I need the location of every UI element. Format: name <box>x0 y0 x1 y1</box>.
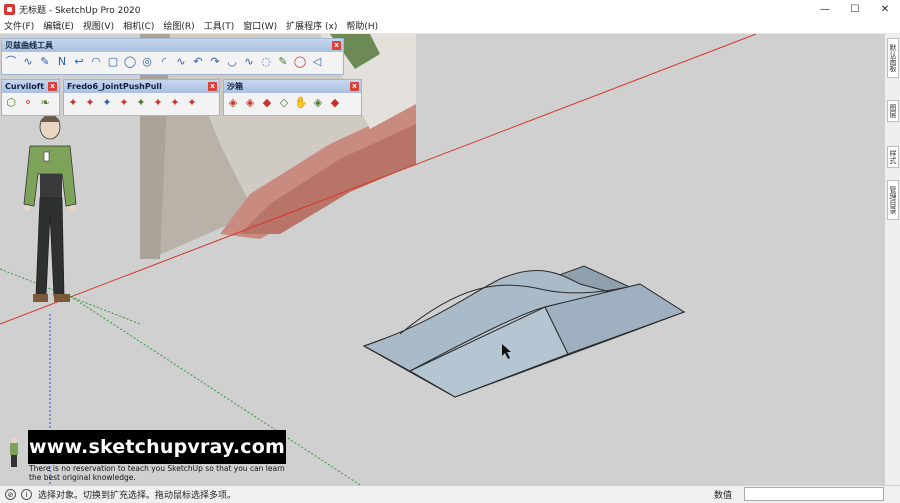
toolbar-header: Curviloft x <box>2 80 59 93</box>
menu-edit[interactable]: 编辑(E) <box>43 19 74 32</box>
toolbar-close-button[interactable]: x <box>48 82 57 91</box>
corner-arc-tool-icon[interactable]: ◜ <box>157 55 171 69</box>
polyline-curve-tool-icon[interactable]: ∿ <box>21 55 35 69</box>
tray-tab-default[interactable]: 默认面板 <box>887 38 899 78</box>
freehand-curve-tool-icon[interactable]: ✎ <box>38 55 52 69</box>
toolbar-title: Curviloft <box>5 82 45 91</box>
watermark-line-2: the best original knowledge. <box>29 473 136 482</box>
toolbar-title: 贝兹曲线工具 <box>5 41 53 50</box>
sandbox-toolbar: 沙箱 x ◈ ◈ ◆ ◇ ✋ ◈ ◆ <box>223 79 362 116</box>
redo-pushpull-icon[interactable]: ✦ <box>168 96 182 110</box>
watermark-caption: There is no reservation to teach you Ske… <box>29 464 329 482</box>
polygon-curve-tool-icon[interactable]: ◌ <box>259 55 273 69</box>
toolbar-close-button[interactable]: x <box>332 41 341 50</box>
arc-tool-icon[interactable]: ◠ <box>89 55 103 69</box>
circle-tool-icon[interactable]: ◯ <box>123 55 137 69</box>
tray-tab-layers[interactable]: 图层 <box>887 100 899 122</box>
lofted-surface[interactable] <box>362 265 686 398</box>
loft-along-path-icon[interactable]: ⚬ <box>21 96 35 110</box>
loft-by-spline-icon[interactable]: ⬡ <box>4 96 18 110</box>
extrude-pushpull-icon[interactable]: ✦ <box>117 96 131 110</box>
from-contours-icon[interactable]: ◈ <box>226 96 240 110</box>
smooth-curve-tool-icon[interactable]: ∿ <box>242 55 256 69</box>
window-title: 无标题 - SketchUp Pro 2020 <box>19 5 141 16</box>
minimize-button[interactable]: — <box>810 0 840 18</box>
pushpull-settings-icon[interactable]: ✦ <box>185 96 199 110</box>
wave-curve-tool-icon[interactable]: ∿ <box>174 55 188 69</box>
measurements-label: 数值 <box>714 491 733 501</box>
bezier-tool-icon[interactable]: ⌒ <box>4 55 18 69</box>
bezier-toolbar: 贝兹曲线工具 x ⌒ ∿ ✎ Ν ↩ ◠ ▢ ◯ ◎ ◜ ∿ ↶ ↷ ◡ ∿ ◌… <box>1 38 344 75</box>
tray-tab-styles[interactable]: 样式 <box>887 146 899 168</box>
toolbar-tools: ◈ ◈ ◆ ◇ ✋ ◈ ◆ <box>224 93 361 113</box>
toolbar-header: 沙箱 x <box>224 80 361 93</box>
smoove-icon[interactable]: ◆ <box>260 96 274 110</box>
toolbar-header: 贝兹曲线工具 x <box>2 39 343 52</box>
tray-tab-outliner[interactable]: 管理目录 <box>887 180 899 220</box>
maximize-button[interactable]: ☐ <box>840 0 870 18</box>
scale-figure <box>23 114 77 302</box>
menu-view[interactable]: 视图(V) <box>83 19 114 32</box>
menu-file[interactable]: 文件(F) <box>4 19 34 32</box>
spline-tool-icon[interactable]: Ν <box>55 55 69 69</box>
undo-curve-tool-icon[interactable]: ↶ <box>191 55 205 69</box>
arc-curve-tool-icon[interactable]: ↩ <box>72 55 86 69</box>
redo-curve-tool-icon[interactable]: ↷ <box>208 55 222 69</box>
measurements-input[interactable] <box>744 487 884 501</box>
info-icon[interactable]: i <box>21 489 32 500</box>
menu-draw[interactable]: 绘图(R) <box>163 19 194 32</box>
circle-red-tool-icon[interactable]: ◯ <box>293 55 307 69</box>
status-message: 选择对象。切换到扩充选择。拖动鼠标选择多项。 <box>38 491 237 501</box>
drape-icon[interactable]: ✋ <box>294 96 308 110</box>
stamp-icon[interactable]: ◇ <box>277 96 291 110</box>
default-tray: 默认面板 图层 样式 管理目录 <box>884 34 900 485</box>
status-bar: ⊘ i 选择对象。切换到扩充选择。拖动鼠标选择多项。 数值 <box>0 485 900 503</box>
window-controls: — ☐ ✕ <box>810 0 900 18</box>
small-figure <box>10 437 18 467</box>
from-scratch-icon[interactable]: ◈ <box>243 96 257 110</box>
sketchup-logo-icon <box>4 3 15 15</box>
triangle-tool-icon[interactable]: ◁ <box>310 55 324 69</box>
watermark-line-1: There is no reservation to teach you Ske… <box>29 464 285 473</box>
curviloft-toolbar: Curviloft x ⬡ ⚬ ❧ <box>1 79 60 116</box>
toolbar-title: 沙箱 <box>227 82 243 91</box>
rectangle-tool-icon[interactable]: ▢ <box>106 55 120 69</box>
menu-window[interactable]: 窗口(W) <box>243 19 277 32</box>
flip-edge-icon[interactable]: ◆ <box>328 96 342 110</box>
normal-pushpull-icon[interactable]: ✦ <box>100 96 114 110</box>
toolbar-tools: ✦ ✦ ✦ ✦ ✦ ✦ ✦ ✦ <box>64 93 219 113</box>
menu-extensions[interactable]: 扩展程序 (x) <box>286 19 337 32</box>
jointpushpull-toolbar: Fredo6_JointPushPull x ✦ ✦ ✦ ✦ ✦ ✦ ✦ ✦ <box>63 79 220 116</box>
joint-pushpull-icon[interactable]: ✦ <box>66 96 80 110</box>
skinning-icon[interactable]: ❧ <box>38 96 52 110</box>
geo-location-icon[interactable]: ⊘ <box>5 489 16 500</box>
undo-pushpull-icon[interactable]: ✦ <box>151 96 165 110</box>
menu-camera[interactable]: 相机(C) <box>123 19 154 32</box>
toolbar-close-button[interactable]: x <box>350 82 359 91</box>
bowl-curve-tool-icon[interactable]: ◡ <box>225 55 239 69</box>
edit-curve-tool-icon[interactable]: ✎ <box>276 55 290 69</box>
toolbar-header: Fredo6_JointPushPull x <box>64 80 219 93</box>
title-bar: 无标题 - SketchUp Pro 2020 — ☐ ✕ <box>0 0 900 18</box>
close-button[interactable]: ✕ <box>870 0 900 18</box>
toolbar-tools: ⌒ ∿ ✎ Ν ↩ ◠ ▢ ◯ ◎ ◜ ∿ ↶ ↷ ◡ ∿ ◌ ✎ ◯ ◁ <box>2 52 343 72</box>
toolbar-close-button[interactable]: x <box>208 82 217 91</box>
toolbar-tools: ⬡ ⚬ ❧ <box>2 93 59 113</box>
menu-tools[interactable]: 工具(T) <box>204 19 235 32</box>
vector-pushpull-icon[interactable]: ✦ <box>83 96 97 110</box>
menu-bar: 文件(F) 编辑(E) 视图(V) 相机(C) 绘图(R) 工具(T) 窗口(W… <box>0 18 900 34</box>
add-detail-icon[interactable]: ◈ <box>311 96 325 110</box>
follow-pushpull-icon[interactable]: ✦ <box>134 96 148 110</box>
sketchup-window: 无标题 - SketchUp Pro 2020 — ☐ ✕ 文件(F) 编辑(E… <box>0 0 900 503</box>
watermark-banner: www.sketchupvray.com <box>28 430 286 464</box>
menu-help[interactable]: 帮助(H) <box>346 19 378 32</box>
toolbar-title: Fredo6_JointPushPull <box>67 82 162 91</box>
ellipse-tool-icon[interactable]: ◎ <box>140 55 154 69</box>
